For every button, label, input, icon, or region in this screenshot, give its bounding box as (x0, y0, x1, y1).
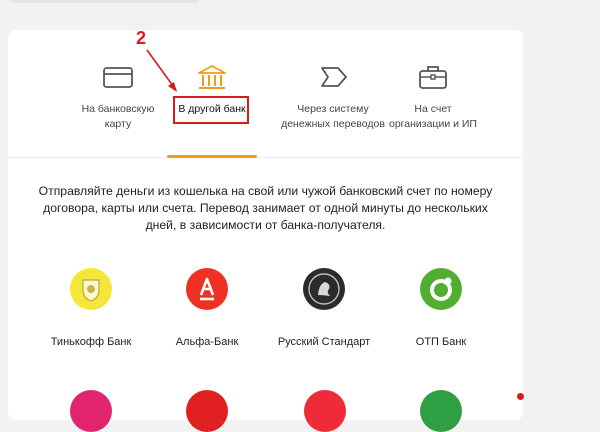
annotation-dot (517, 393, 524, 400)
annotation-arrow-icon (146, 49, 177, 92)
